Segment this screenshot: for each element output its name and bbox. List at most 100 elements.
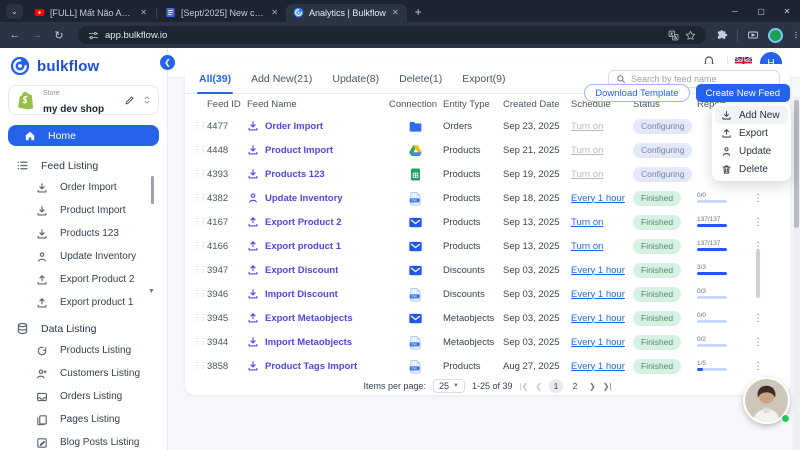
prev-page-button[interactable]: ❮ bbox=[535, 382, 542, 391]
schedule-link[interactable]: Turn on bbox=[571, 241, 603, 252]
feed-name-link[interactable]: Update Inventory bbox=[265, 193, 343, 204]
drag-handle[interactable]: ⋮⋮ bbox=[193, 290, 207, 298]
page-number-2[interactable]: 2 bbox=[568, 379, 582, 393]
row-actions-kebab[interactable]: ⋮ bbox=[747, 217, 769, 228]
drag-handle[interactable]: ⋮⋮ bbox=[193, 218, 207, 226]
tab-close-icon[interactable]: ✕ bbox=[139, 8, 148, 17]
menu-item-add-new[interactable]: Add New bbox=[715, 106, 788, 124]
table-scrollbar-thumb[interactable] bbox=[756, 250, 760, 298]
create-new-feed-button[interactable]: Create New Feed bbox=[696, 84, 790, 102]
browser-menu-icon[interactable] bbox=[792, 29, 800, 41]
schedule-link[interactable]: Every 1 hour bbox=[571, 289, 625, 300]
sidebar-item-orders-listing[interactable]: Orders Listing bbox=[0, 385, 167, 408]
drag-handle[interactable]: ⋮⋮ bbox=[193, 194, 207, 202]
sidebar-section-data-listing[interactable]: Data Listing bbox=[0, 318, 167, 339]
schedule-link[interactable]: Every 1 hour bbox=[571, 265, 625, 276]
store-switch-icon[interactable] bbox=[142, 95, 152, 105]
drag-handle[interactable]: ⋮⋮ bbox=[193, 146, 207, 154]
next-page-button[interactable]: ❯ bbox=[589, 382, 596, 391]
feed-tab-update-8-[interactable]: Update(8) bbox=[332, 64, 379, 93]
webcam-overlay[interactable] bbox=[743, 377, 791, 425]
new-tab-button[interactable]: + bbox=[415, 5, 422, 19]
forward-button[interactable]: → bbox=[26, 29, 48, 41]
extensions-icon[interactable] bbox=[716, 29, 728, 41]
feed-name-link[interactable]: Order Import bbox=[265, 121, 323, 132]
menu-item-update[interactable]: Update bbox=[715, 142, 788, 160]
feed-tab-add-new-21-[interactable]: Add New(21) bbox=[251, 64, 312, 93]
page-scrollbar-thumb[interactable] bbox=[794, 100, 799, 228]
feed-name-link[interactable]: Products 123 bbox=[265, 169, 325, 180]
media-control-icon[interactable] bbox=[747, 29, 759, 41]
sidebar-item-blog-posts-listing[interactable]: Blog Posts Listing bbox=[0, 431, 167, 450]
drag-handle[interactable]: ⋮⋮ bbox=[193, 314, 207, 322]
feed-tab-delete-1-[interactable]: Delete(1) bbox=[399, 64, 442, 93]
tab-search-button[interactable]: ⌄ bbox=[6, 4, 23, 19]
window-minimize-button[interactable]: ─ bbox=[722, 0, 748, 22]
drag-handle[interactable]: ⋮⋮ bbox=[193, 242, 207, 250]
tab-close-icon[interactable]: ✕ bbox=[391, 8, 400, 17]
drag-handle[interactable]: ⋮⋮ bbox=[193, 122, 207, 130]
brand[interactable]: bulkflow bbox=[0, 48, 167, 82]
feed-name-link[interactable]: Product Import bbox=[265, 145, 333, 156]
menu-item-export[interactable]: Export bbox=[715, 124, 788, 142]
page-size-select[interactable]: 25 ▼ bbox=[433, 379, 465, 393]
schedule-link[interactable]: Every 1 hour bbox=[571, 313, 625, 324]
schedule-link[interactable]: Every 1 hour bbox=[571, 193, 625, 204]
browser-tab-2[interactable]: [Sept/2025] New content - Ha✕ bbox=[158, 4, 286, 22]
schedule-link[interactable]: Every 1 hour bbox=[571, 361, 625, 372]
sidebar-item-order-import[interactable]: Order Import bbox=[0, 176, 167, 199]
sidebar-item-export-product-2[interactable]: Export Product 2 bbox=[0, 268, 167, 291]
row-actions-kebab[interactable]: ⋮ bbox=[747, 337, 769, 348]
browser-tab-3[interactable]: Analytics | Bulkflow✕ bbox=[286, 4, 407, 22]
row-actions-kebab[interactable]: ⋮ bbox=[747, 313, 769, 324]
feed-name-link[interactable]: Export Discount bbox=[265, 265, 338, 276]
browser-tab-1[interactable]: [FULL] Mất Não Audio Số 39 -✕ bbox=[27, 4, 155, 22]
feed-tab-all-39-[interactable]: All(39) bbox=[199, 64, 231, 93]
sidebar-item-update-inventory[interactable]: Update Inventory bbox=[0, 245, 167, 268]
feed-tab-export-9-[interactable]: Export(9) bbox=[462, 64, 505, 93]
sidebar-item-pages-listing[interactable]: Pages Listing bbox=[0, 408, 167, 431]
first-page-button[interactable]: |❮ bbox=[520, 382, 529, 391]
feed-name-link[interactable]: Import Metaobjects bbox=[265, 337, 352, 348]
row-actions-kebab[interactable]: ⋮ bbox=[747, 361, 769, 372]
schedule-link[interactable]: Turn on bbox=[571, 145, 603, 156]
schedule-link[interactable]: Every 1 hour bbox=[571, 337, 625, 348]
schedule-link[interactable]: Turn on bbox=[571, 217, 603, 228]
menu-item-delete[interactable]: Delete bbox=[715, 160, 788, 178]
sidebar-item-product-import[interactable]: Product Import bbox=[0, 199, 167, 222]
sidebar-item-customers-listing[interactable]: Customers Listing bbox=[0, 362, 167, 385]
feed-name-link[interactable]: Product Tags Import bbox=[265, 361, 357, 372]
drag-handle[interactable]: ⋮⋮ bbox=[193, 338, 207, 346]
feed-name-link[interactable]: Export Product 2 bbox=[265, 217, 342, 228]
sidebar-item-export-product-1[interactable]: Export product 1 bbox=[0, 291, 167, 314]
sidebar-item-home[interactable]: Home bbox=[8, 125, 159, 146]
sidebar-item-products-123[interactable]: Products 123 bbox=[0, 222, 167, 245]
back-button[interactable]: ← bbox=[4, 29, 26, 41]
store-selector[interactable]: Store my dev shop bbox=[8, 85, 159, 115]
search-input[interactable] bbox=[631, 74, 772, 84]
download-template-button[interactable]: Download Template bbox=[584, 84, 689, 102]
sidebar-scroll-down-icon[interactable]: ▼ bbox=[148, 288, 155, 295]
browser-profile-avatar[interactable] bbox=[768, 28, 783, 43]
feed-name-link[interactable]: Export Metaobjects bbox=[265, 313, 353, 324]
translate-icon[interactable] bbox=[668, 30, 679, 41]
feed-name-link[interactable]: Import Discount bbox=[265, 289, 338, 300]
edit-store-icon[interactable] bbox=[124, 95, 135, 106]
sidebar-item-products-listing[interactable]: Products Listing bbox=[0, 339, 167, 362]
address-bar[interactable]: app.bulkflow.io bbox=[78, 26, 706, 44]
page-number-1[interactable]: 1 bbox=[549, 379, 563, 393]
window-maximize-button[interactable]: ▢ bbox=[748, 0, 774, 22]
feed-name-link[interactable]: Export product 1 bbox=[265, 241, 341, 252]
bookmark-star-icon[interactable] bbox=[685, 30, 696, 41]
sidebar-section-feed-listing[interactable]: Feed Listing bbox=[0, 155, 167, 176]
drag-handle[interactable]: ⋮⋮ bbox=[193, 266, 207, 274]
row-actions-kebab[interactable]: ⋮ bbox=[747, 193, 769, 204]
page-scrollbar[interactable]: ▼ bbox=[793, 96, 800, 450]
window-close-button[interactable]: ✕ bbox=[774, 0, 800, 22]
drag-handle[interactable]: ⋮⋮ bbox=[193, 170, 207, 178]
tab-close-icon[interactable]: ✕ bbox=[270, 8, 279, 17]
sidebar-collapse-button[interactable]: ❮ bbox=[160, 55, 175, 70]
reload-button[interactable]: ↻ bbox=[48, 29, 70, 42]
schedule-link[interactable]: Turn on bbox=[571, 121, 603, 132]
sidebar-scrollbar[interactable] bbox=[151, 176, 154, 204]
